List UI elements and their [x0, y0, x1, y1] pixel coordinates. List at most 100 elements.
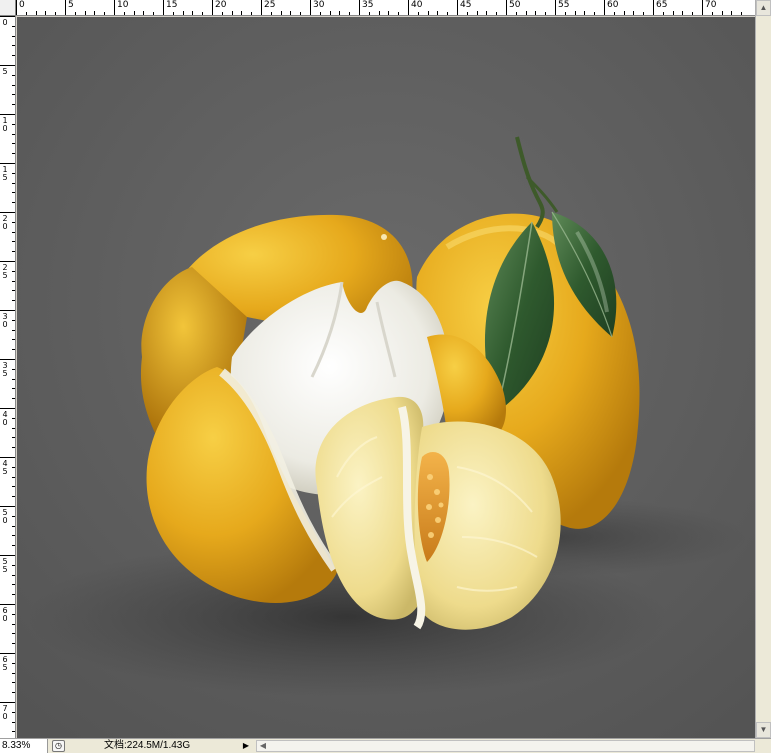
ruler-minor-tick — [12, 496, 15, 498]
ruler-tick-label: 1 0 — [2, 116, 8, 133]
ruler-tick-label: 40 — [411, 0, 423, 10]
ruler-minor-tick — [12, 153, 15, 155]
pomelo-illustration — [17, 17, 755, 738]
ruler-minor-tick — [290, 11, 292, 15]
ruler-minor-tick — [12, 594, 15, 596]
ruler-minor-tick — [12, 574, 15, 576]
ruler-minor-tick — [711, 12, 713, 15]
ruler-minor-tick — [496, 12, 498, 15]
ruler-minor-tick — [84, 11, 86, 15]
ruler-minor-tick — [300, 12, 302, 15]
ruler-tick — [555, 0, 556, 15]
ruler-minor-tick — [12, 613, 15, 615]
horizontal-scrollbar[interactable]: ◀ — [256, 740, 755, 752]
ruler-tick-label: 55 — [558, 0, 570, 10]
ruler-minor-tick — [25, 12, 27, 15]
ruler-tick — [0, 408, 15, 409]
ruler-minor-tick — [202, 12, 204, 15]
ruler-tick-label: 3 5 — [2, 361, 8, 378]
ruler-minor-tick — [12, 378, 15, 380]
scroll-up-arrow-icon[interactable]: ▲ — [756, 0, 771, 16]
ruler-minor-tick — [12, 731, 15, 733]
ruler-tick-label: 4 0 — [2, 410, 8, 427]
ruler-minor-tick — [574, 11, 576, 15]
ruler-minor-tick — [12, 231, 15, 233]
ruler-tick-label: 6 0 — [2, 606, 8, 623]
ruler-minor-tick — [378, 11, 380, 15]
ruler-tick-label: 5 — [2, 67, 8, 76]
ruler-minor-tick — [525, 11, 527, 15]
ruler-minor-tick — [55, 12, 57, 15]
ruler-minor-tick — [12, 417, 15, 419]
scroll-left-arrow-icon[interactable]: ◀ — [257, 741, 269, 751]
ruler-minor-tick — [437, 11, 439, 15]
ruler-tick-label: 25 — [264, 0, 276, 10]
ruler-tick-label: 0 — [2, 18, 8, 27]
ruler-minor-tick — [12, 525, 15, 527]
ruler-minor-tick — [12, 172, 15, 174]
document-canvas[interactable] — [17, 17, 755, 738]
ruler-minor-tick — [12, 427, 15, 429]
ruler-minor-tick — [12, 476, 15, 478]
ruler-tick — [653, 0, 654, 15]
ruler-minor-tick — [486, 11, 488, 15]
ruler-minor-tick — [12, 623, 15, 625]
ruler-minor-tick — [741, 12, 743, 15]
ruler-tick-label: 15 — [166, 0, 178, 10]
vertical-scrollbar[interactable]: ▲ ▼ — [755, 0, 771, 738]
ruler-tick — [0, 310, 15, 311]
ruler-minor-tick — [349, 12, 351, 15]
horizontal-ruler[interactable]: 0 5 10 15 20 25 30 35 40 45 50 55 60 65 70 — [16, 0, 755, 16]
scroll-down-arrow-icon[interactable]: ▼ — [756, 722, 771, 738]
ruler-minor-tick — [672, 11, 674, 15]
ruler-minor-tick — [12, 94, 15, 96]
ruler-minor-tick — [251, 12, 253, 15]
ruler-minor-tick — [12, 104, 15, 106]
ruler-minor-tick — [12, 584, 15, 586]
document-status-icon[interactable]: ◷ — [52, 740, 65, 752]
ruler-tick — [0, 212, 15, 213]
ruler-tick — [0, 653, 15, 654]
ruler-minor-tick — [12, 84, 15, 86]
ruler-minor-tick — [12, 192, 15, 194]
ruler-tick-label: 4 5 — [2, 459, 8, 476]
ruler-minor-tick — [12, 123, 15, 125]
ruler-minor-tick — [12, 221, 15, 223]
ruler-minor-tick — [466, 12, 468, 15]
ruler-minor-tick — [613, 12, 615, 15]
ruler-tick — [16, 0, 17, 15]
ruler-minor-tick — [427, 11, 429, 15]
ruler-minor-tick — [12, 447, 15, 449]
ruler-minor-tick — [339, 11, 341, 15]
ruler-tick-label: 5 0 — [2, 508, 8, 525]
ruler-minor-tick — [12, 633, 15, 635]
ruler-minor-tick — [94, 11, 96, 15]
ruler-minor-tick — [172, 12, 174, 15]
status-bar: 8.33% ◷ 文档:224.5M/1.43G ▶ ◀ — [0, 738, 771, 753]
zoom-level[interactable]: 8.33% — [0, 739, 48, 753]
ruler-tick — [457, 0, 458, 15]
ruler-minor-tick — [192, 11, 194, 15]
ruler-tick — [0, 16, 15, 17]
ruler-minor-tick — [545, 12, 547, 15]
ruler-minor-tick — [12, 55, 15, 57]
ruler-minor-tick — [623, 11, 625, 15]
ruler-minor-tick — [12, 535, 15, 537]
ruler-tick-label: 70 — [705, 0, 717, 10]
ruler-minor-tick — [123, 12, 125, 15]
ruler-minor-tick — [12, 398, 15, 400]
ruler-tick-label: 7 0 — [2, 704, 8, 721]
ruler-minor-tick — [447, 12, 449, 15]
ruler-minor-tick — [12, 643, 15, 645]
ruler-minor-tick — [731, 11, 733, 15]
ruler-minor-tick — [12, 319, 15, 321]
ruler-minor-tick — [643, 12, 645, 15]
ruler-origin-corner[interactable] — [0, 0, 16, 16]
ruler-minor-tick — [12, 692, 15, 694]
triangle-right-icon[interactable]: ▶ — [240, 740, 252, 752]
ruler-minor-tick — [12, 74, 15, 76]
vertical-ruler[interactable]: 0 5 1 0 1 5 2 0 2 5 3 0 3 5 4 0 4 5 5 0 5 5 6 0 6 5 7 … — [0, 16, 16, 738]
ruler-minor-tick — [12, 349, 15, 351]
ruler-minor-tick — [368, 12, 370, 15]
ruler-minor-tick — [182, 11, 184, 15]
